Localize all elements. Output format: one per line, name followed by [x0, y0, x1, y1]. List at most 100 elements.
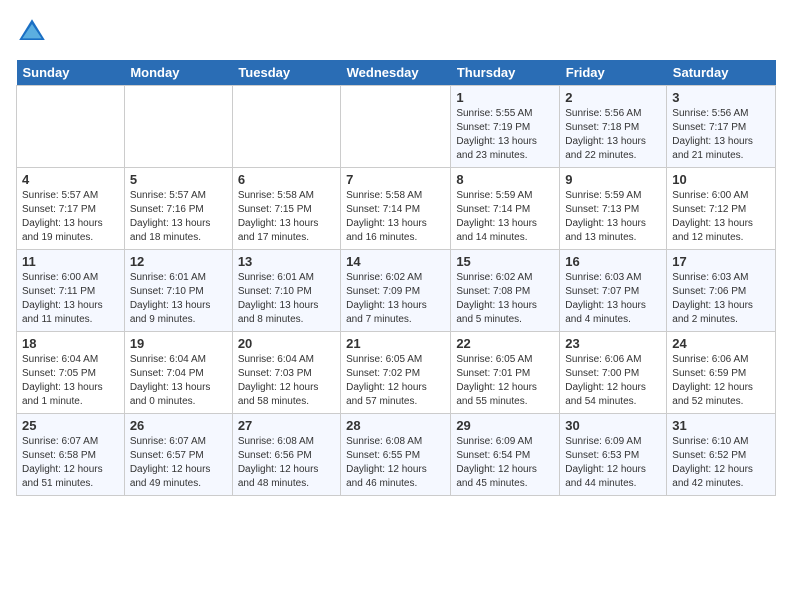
day-info: Sunrise: 6:09 AM Sunset: 6:54 PM Dayligh… — [456, 435, 554, 491]
day-number: 10 — [672, 172, 770, 187]
calendar-header-row: SundayMondayTuesdayWednesdayThursdayFrid… — [17, 60, 776, 86]
day-number: 30 — [565, 418, 661, 433]
day-number: 7 — [346, 172, 445, 187]
col-header-friday: Friday — [560, 60, 667, 86]
day-info: Sunrise: 5:58 AM Sunset: 7:15 PM Dayligh… — [238, 189, 335, 245]
day-info: Sunrise: 6:04 AM Sunset: 7:04 PM Dayligh… — [130, 353, 227, 409]
day-number: 6 — [238, 172, 335, 187]
calendar-cell: 5 Sunrise: 5:57 AM Sunset: 7:16 PM Daylig… — [124, 168, 232, 250]
day-number: 28 — [346, 418, 445, 433]
day-number: 19 — [130, 336, 227, 351]
calendar-cell: 31 Sunrise: 6:10 AM Sunset: 6:52 PM Dayli… — [667, 414, 776, 496]
day-number: 3 — [672, 90, 770, 105]
calendar-cell: 15 Sunrise: 6:02 AM Sunset: 7:08 PM Dayli… — [451, 250, 560, 332]
day-info: Sunrise: 6:05 AM Sunset: 7:02 PM Dayligh… — [346, 353, 445, 409]
day-info: Sunrise: 5:55 AM Sunset: 7:19 PM Dayligh… — [456, 107, 554, 163]
day-number: 14 — [346, 254, 445, 269]
calendar-cell: 14Sunrise: 6:02 AM Sunset: 7:09 PM Dayli… — [341, 250, 451, 332]
calendar-week-4: 18Sunrise: 6:04 AM Sunset: 7:05 PM Dayli… — [17, 332, 776, 414]
calendar-cell — [232, 86, 340, 168]
day-number: 27 — [238, 418, 335, 433]
day-info: Sunrise: 6:07 AM Sunset: 6:58 PM Dayligh… — [22, 435, 119, 491]
calendar-cell: 16 Sunrise: 6:03 AM Sunset: 7:07 PM Dayli… — [560, 250, 667, 332]
calendar-cell: 10 Sunrise: 6:00 AM Sunset: 7:12 PM Dayli… — [667, 168, 776, 250]
calendar-cell: 12Sunrise: 6:01 AM Sunset: 7:10 PM Dayli… — [124, 250, 232, 332]
calendar-cell: 4 Sunrise: 5:57 AM Sunset: 7:17 PM Daylig… — [17, 168, 125, 250]
day-info: Sunrise: 6:01 AM Sunset: 7:10 PM Dayligh… — [130, 271, 227, 327]
logo — [16, 16, 52, 48]
col-header-wednesday: Wednesday — [341, 60, 451, 86]
day-info: Sunrise: 6:09 AM Sunset: 6:53 PM Dayligh… — [565, 435, 661, 491]
day-info: Sunrise: 6:00 AM Sunset: 7:11 PM Dayligh… — [22, 271, 119, 327]
page-header — [16, 16, 776, 48]
day-number: 21 — [346, 336, 445, 351]
day-number: 4 — [22, 172, 119, 187]
day-number: 11 — [22, 254, 119, 269]
day-info: Sunrise: 6:03 AM Sunset: 7:07 PM Dayligh… — [565, 271, 661, 327]
calendar-cell: 21 Sunrise: 6:05 AM Sunset: 7:02 PM Dayli… — [341, 332, 451, 414]
day-info: Sunrise: 6:01 AM Sunset: 7:10 PM Dayligh… — [238, 271, 335, 327]
calendar-cell: 24Sunrise: 6:06 AM Sunset: 6:59 PM Dayli… — [667, 332, 776, 414]
day-number: 1 — [456, 90, 554, 105]
day-info: Sunrise: 6:08 AM Sunset: 6:55 PM Dayligh… — [346, 435, 445, 491]
day-number: 13 — [238, 254, 335, 269]
day-info: Sunrise: 5:58 AM Sunset: 7:14 PM Dayligh… — [346, 189, 445, 245]
calendar-cell: 1 Sunrise: 5:55 AM Sunset: 7:19 PM Daylig… — [451, 86, 560, 168]
day-number: 23 — [565, 336, 661, 351]
day-info: Sunrise: 6:07 AM Sunset: 6:57 PM Dayligh… — [130, 435, 227, 491]
calendar-cell: 18Sunrise: 6:04 AM Sunset: 7:05 PM Dayli… — [17, 332, 125, 414]
calendar-cell: 23 Sunrise: 6:06 AM Sunset: 7:00 PM Dayli… — [560, 332, 667, 414]
day-number: 16 — [565, 254, 661, 269]
day-number: 20 — [238, 336, 335, 351]
day-info: Sunrise: 6:10 AM Sunset: 6:52 PM Dayligh… — [672, 435, 770, 491]
day-info: Sunrise: 6:02 AM Sunset: 7:08 PM Dayligh… — [456, 271, 554, 327]
day-number: 29 — [456, 418, 554, 433]
day-number: 17 — [672, 254, 770, 269]
logo-icon — [16, 16, 48, 48]
day-info: Sunrise: 5:57 AM Sunset: 7:17 PM Dayligh… — [22, 189, 119, 245]
calendar-cell: 6 Sunrise: 5:58 AM Sunset: 7:15 PM Daylig… — [232, 168, 340, 250]
day-info: Sunrise: 5:57 AM Sunset: 7:16 PM Dayligh… — [130, 189, 227, 245]
day-number: 9 — [565, 172, 661, 187]
calendar-cell: 20 Sunrise: 6:04 AM Sunset: 7:03 PM Dayli… — [232, 332, 340, 414]
day-number: 26 — [130, 418, 227, 433]
day-info: Sunrise: 6:06 AM Sunset: 7:00 PM Dayligh… — [565, 353, 661, 409]
calendar-cell: 19 Sunrise: 6:04 AM Sunset: 7:04 PM Dayli… — [124, 332, 232, 414]
calendar-cell: 25 Sunrise: 6:07 AM Sunset: 6:58 PM Dayli… — [17, 414, 125, 496]
day-info: Sunrise: 6:05 AM Sunset: 7:01 PM Dayligh… — [456, 353, 554, 409]
calendar-cell: 28 Sunrise: 6:08 AM Sunset: 6:55 PM Dayli… — [341, 414, 451, 496]
col-header-thursday: Thursday — [451, 60, 560, 86]
calendar-cell — [124, 86, 232, 168]
calendar-cell: 27 Sunrise: 6:08 AM Sunset: 6:56 PM Dayli… — [232, 414, 340, 496]
calendar-week-5: 25 Sunrise: 6:07 AM Sunset: 6:58 PM Dayli… — [17, 414, 776, 496]
calendar-cell: 17 Sunrise: 6:03 AM Sunset: 7:06 PM Dayli… — [667, 250, 776, 332]
calendar-cell: 9 Sunrise: 5:59 AM Sunset: 7:13 PM Daylig… — [560, 168, 667, 250]
day-number: 31 — [672, 418, 770, 433]
calendar-cell — [341, 86, 451, 168]
day-number: 2 — [565, 90, 661, 105]
calendar-cell: 2Sunrise: 5:56 AM Sunset: 7:18 PM Daylig… — [560, 86, 667, 168]
day-number: 22 — [456, 336, 554, 351]
day-info: Sunrise: 6:04 AM Sunset: 7:03 PM Dayligh… — [238, 353, 335, 409]
col-header-sunday: Sunday — [17, 60, 125, 86]
calendar-week-2: 4 Sunrise: 5:57 AM Sunset: 7:17 PM Daylig… — [17, 168, 776, 250]
day-info: Sunrise: 6:00 AM Sunset: 7:12 PM Dayligh… — [672, 189, 770, 245]
day-info: Sunrise: 6:03 AM Sunset: 7:06 PM Dayligh… — [672, 271, 770, 327]
day-info: Sunrise: 6:06 AM Sunset: 6:59 PM Dayligh… — [672, 353, 770, 409]
calendar-cell: 8 Sunrise: 5:59 AM Sunset: 7:14 PM Daylig… — [451, 168, 560, 250]
day-info: Sunrise: 5:59 AM Sunset: 7:14 PM Dayligh… — [456, 189, 554, 245]
calendar-cell: 3 Sunrise: 5:56 AM Sunset: 7:17 PM Daylig… — [667, 86, 776, 168]
day-number: 15 — [456, 254, 554, 269]
col-header-saturday: Saturday — [667, 60, 776, 86]
day-info: Sunrise: 6:08 AM Sunset: 6:56 PM Dayligh… — [238, 435, 335, 491]
calendar-cell: 30 Sunrise: 6:09 AM Sunset: 6:53 PM Dayli… — [560, 414, 667, 496]
calendar-cell: 7 Sunrise: 5:58 AM Sunset: 7:14 PM Daylig… — [341, 168, 451, 250]
day-number: 5 — [130, 172, 227, 187]
calendar-cell: 29 Sunrise: 6:09 AM Sunset: 6:54 PM Dayli… — [451, 414, 560, 496]
day-number: 25 — [22, 418, 119, 433]
day-info: Sunrise: 6:04 AM Sunset: 7:05 PM Dayligh… — [22, 353, 119, 409]
day-number: 8 — [456, 172, 554, 187]
day-info: Sunrise: 5:56 AM Sunset: 7:17 PM Dayligh… — [672, 107, 770, 163]
day-info: Sunrise: 5:59 AM Sunset: 7:13 PM Dayligh… — [565, 189, 661, 245]
calendar-week-3: 11 Sunrise: 6:00 AM Sunset: 7:11 PM Dayli… — [17, 250, 776, 332]
